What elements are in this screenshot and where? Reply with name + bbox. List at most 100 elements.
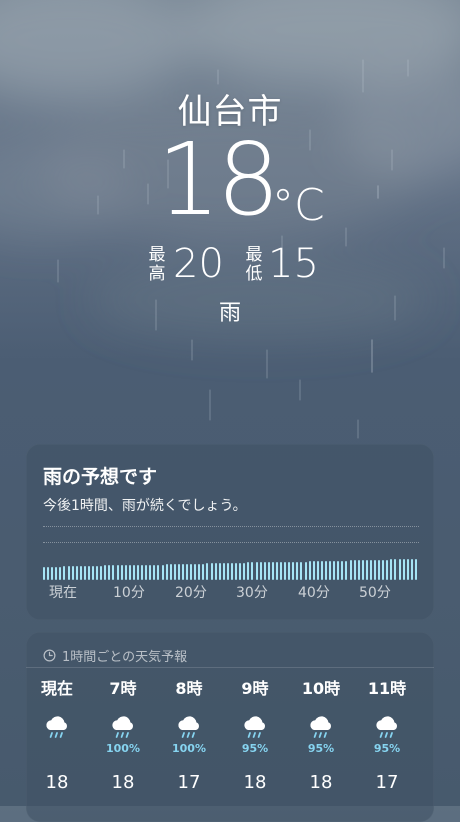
rain-intensity-bar — [414, 559, 417, 580]
current-temperature-row: 18 °C — [0, 128, 460, 238]
rain-intensity-bar — [369, 560, 372, 580]
rain-intensity-bar — [259, 562, 262, 580]
rain-intensity-bar — [141, 565, 144, 580]
rain-intensity-bar — [153, 565, 156, 580]
high-temperature: 20 — [173, 241, 224, 287]
rain-intensity-bar — [206, 563, 209, 580]
hourly-item[interactable]: 11時 95% 17 — [359, 678, 415, 794]
hour-temperature: 17 — [375, 772, 399, 793]
rain-intensity-bar — [100, 566, 103, 580]
rain-intensity-bar — [394, 559, 397, 580]
rain-intensity-bar — [43, 567, 45, 580]
rain-intensity-bar — [177, 564, 180, 580]
rain-intensity-bar — [320, 561, 323, 580]
rain-intensity-bar — [292, 562, 295, 580]
hourly-item[interactable]: 現在 18 — [29, 678, 85, 794]
rain-forecast-card[interactable]: 雨の予想です 今後1時間、雨が続くでしょう。 現在 10分 20分 30分 40… — [26, 444, 434, 620]
hour-label: 9時 — [241, 679, 269, 698]
hourly-item[interactable]: 10時 95% 18 — [293, 678, 349, 794]
rain-intensity-bar — [47, 567, 50, 580]
rain-cloud-icon — [244, 716, 265, 738]
rain-intensity-bar — [145, 565, 148, 580]
rain-intensity-bar — [214, 563, 217, 580]
rain-intensity-bar — [365, 560, 368, 580]
rain-intensity-bar — [161, 565, 164, 580]
rain-intensity-bar — [341, 561, 344, 580]
hour-temperature: 18 — [309, 772, 333, 793]
rain-intensity-bar — [345, 561, 348, 580]
hourly-forecast-header: 1時間ごとの天気予報 — [43, 646, 187, 665]
rain-intensity-bar — [325, 561, 327, 580]
rain-intensity-bar — [275, 562, 278, 580]
current-temperature: 18 — [157, 121, 280, 238]
rain-cloud-icon — [310, 716, 331, 738]
rain-intensity-bar — [198, 564, 201, 580]
precipitation-chance — [29, 742, 85, 756]
rain-intensity-bar — [386, 560, 389, 580]
rain-intensity-bar — [243, 563, 246, 580]
tick-label: 50分 — [359, 585, 391, 601]
weather-condition: 雨 — [218, 301, 241, 326]
low-temperature: 15 — [268, 241, 319, 287]
rain-intensity-bar — [263, 562, 266, 580]
rain-intensity-bar — [378, 560, 381, 580]
rain-intensity-chart — [43, 558, 419, 580]
rain-cloud-icon — [178, 716, 199, 738]
rain-forecast-subtitle: 今後1時間、雨が続くでしょう。 — [43, 498, 247, 514]
low-label: 最低 — [245, 245, 263, 284]
rain-intensity-bar — [157, 565, 160, 580]
rain-intensity-bar — [79, 566, 82, 580]
hourly-item[interactable]: 9時 95% 18 — [227, 678, 283, 794]
rain-intensity-bar — [382, 560, 385, 580]
tick-label: 現在 — [49, 585, 77, 601]
rain-intensity-bar — [329, 561, 332, 580]
rain-intensity-bar — [55, 567, 58, 580]
hour-label: 7時 — [109, 679, 137, 698]
rain-intensity-bar — [398, 559, 401, 580]
clock-icon — [43, 649, 56, 662]
hourly-item[interactable]: 8時 100% 17 — [161, 678, 217, 794]
rain-intensity-bar — [63, 566, 66, 580]
hourly-forecast-title: 1時間ごとの天気予報 — [62, 650, 188, 665]
rain-intensity-bar — [288, 562, 291, 580]
precipitation-chance: 95% — [307, 742, 335, 755]
rain-intensity-bar — [271, 562, 274, 580]
rain-intensity-bar — [108, 565, 111, 580]
rain-intensity-bar — [235, 563, 238, 580]
rain-intensity-bar — [169, 564, 172, 580]
hourly-forecast-card[interactable]: 1時間ごとの天気予報 現在 18 7時 100% 18 8時 100% 17 9時 95% 18 10… — [26, 632, 434, 822]
rain-intensity-bar — [59, 567, 62, 580]
rain-intensity-bar — [337, 561, 340, 580]
rain-intensity-bar — [304, 562, 307, 580]
rain-intensity-bar — [75, 566, 78, 580]
rain-intensity-bar — [112, 565, 115, 580]
rain-intensity-bar — [96, 566, 99, 580]
rain-intensity-bar — [210, 563, 213, 580]
rain-intensity-bar — [402, 559, 405, 580]
rain-intensity-bar — [406, 559, 409, 580]
rain-intensity-bar — [51, 567, 54, 580]
rain-intensity-bar — [333, 561, 336, 580]
rain-intensity-bar — [410, 559, 413, 580]
tick-label: 10分 — [113, 585, 145, 601]
rain-intensity-bar — [357, 560, 360, 580]
rain-intensity-bar — [222, 563, 225, 580]
rain-intensity-bar — [280, 562, 283, 580]
precipitation-chance: 100% — [106, 742, 140, 755]
hour-temperature: 18 — [111, 772, 135, 793]
hour-temperature: 17 — [177, 772, 201, 793]
rain-intensity-bar — [181, 564, 184, 580]
precipitation-chance: 95% — [373, 742, 401, 755]
rain-intensity-bar — [296, 562, 299, 580]
rain-intensity-bar — [190, 564, 193, 580]
tick-label: 40分 — [298, 585, 330, 601]
rain-intensity-bar — [83, 566, 86, 580]
rain-time-axis: 現在 10分 20分 30分 40分 50分 — [43, 582, 423, 602]
rain-forecast-title: 雨の予想です — [43, 466, 158, 488]
rain-intensity-bar — [349, 560, 352, 580]
rain-intensity-bar — [226, 563, 229, 580]
rain-intensity-bar — [186, 564, 189, 580]
hourly-item[interactable]: 7時 100% 18 — [95, 678, 151, 794]
rain-intensity-bar — [300, 562, 303, 580]
high-low-temperatures: 最高 20 最低 15 — [0, 242, 460, 288]
